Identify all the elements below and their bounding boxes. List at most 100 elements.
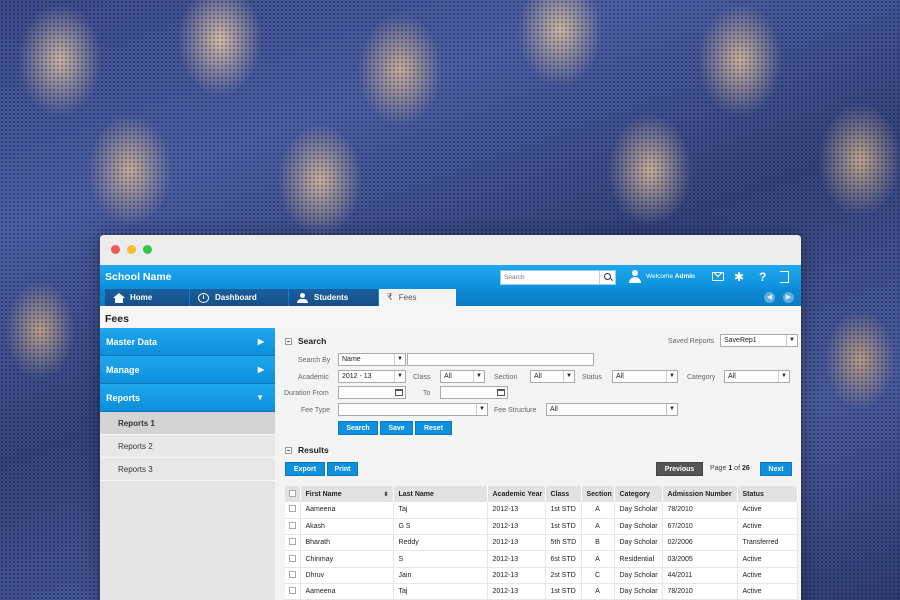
- search-icon[interactable]: [599, 271, 615, 284]
- fee-type-select[interactable]: ▼: [338, 403, 488, 416]
- collapse-icon[interactable]: [285, 446, 292, 454]
- minimize-window-button[interactable]: [127, 245, 136, 254]
- fee-structure-value: All: [550, 406, 558, 413]
- checkbox[interactable]: [288, 505, 296, 513]
- user-icon: [629, 270, 641, 284]
- row-checkbox-cell[interactable]: [285, 567, 301, 584]
- search-input[interactable]: [501, 271, 599, 284]
- column-header[interactable]: Academic Year: [487, 486, 546, 502]
- table-row[interactable]: Chinmay S 2012-13 6st STD A Residential 03/200…: [285, 550, 798, 568]
- help-icon[interactable]: ?: [759, 269, 766, 285]
- sidebar-item-master-data[interactable]: Master Data ▶: [100, 328, 275, 356]
- duration-from-field[interactable]: [338, 386, 406, 399]
- row-checkbox-cell[interactable]: [285, 583, 301, 600]
- column-header[interactable]: First Name ⬍: [300, 486, 394, 502]
- column-header[interactable]: Last Name: [393, 486, 488, 502]
- select-all-checkbox-cell[interactable]: [285, 486, 301, 502]
- tab-dashboard[interactable]: Dashboard: [190, 289, 288, 306]
- results-section-header[interactable]: Results: [285, 445, 329, 455]
- calendar-icon[interactable]: [395, 389, 403, 396]
- collapse-icon[interactable]: [285, 337, 292, 345]
- mail-icon[interactable]: [712, 272, 724, 281]
- academic-select[interactable]: 2012 - 13 ▼: [338, 370, 406, 383]
- calendar-icon[interactable]: [497, 389, 505, 396]
- table-cell: 2012-13: [487, 567, 546, 584]
- status-select[interactable]: All ▼: [612, 370, 678, 383]
- saved-reports-value: SaveRep1: [724, 337, 757, 344]
- table-row[interactable]: Aameena Taj 2012-13 1st STD A Day Scholar 78/2…: [285, 502, 798, 519]
- chevron-down-icon: ▼: [394, 371, 405, 382]
- tab-home[interactable]: Home: [105, 289, 189, 306]
- checkbox[interactable]: [288, 554, 296, 562]
- sidebar-subitem-reports-3[interactable]: Reports 3: [100, 458, 275, 481]
- table-cell: 6st STD: [545, 550, 582, 568]
- sidebar-subitem-reports-1[interactable]: Reports 1: [100, 412, 275, 435]
- table-cell: 44/2011: [662, 567, 738, 584]
- tab-label: Home: [130, 293, 153, 302]
- sidebar-item-reports[interactable]: Reports ▼: [100, 384, 275, 412]
- print-button[interactable]: Print: [327, 462, 358, 476]
- column-header[interactable]: Class: [545, 486, 582, 502]
- table-row[interactable]: Aameena Taj 2012-13 1st STD A Day Scholar 78/2…: [285, 583, 798, 600]
- table-cell: Day Scholar: [614, 502, 663, 519]
- row-checkbox-cell[interactable]: [285, 550, 301, 568]
- close-window-button[interactable]: [111, 245, 120, 254]
- chevron-right-icon: ▶: [257, 337, 264, 346]
- column-header[interactable]: Admission Number: [662, 486, 738, 502]
- main-content: Search Saved Reports SaveRep1 ▼ Search B…: [280, 328, 798, 600]
- search-by-select[interactable]: Name ▼: [338, 353, 406, 366]
- table-row[interactable]: Akash G S 2012-13 1st STD A Day Scholar 67/201…: [285, 518, 798, 536]
- checkbox[interactable]: [288, 570, 296, 578]
- sort-icon[interactable]: ⬍: [383, 491, 388, 498]
- gear-icon[interactable]: ✱: [734, 269, 744, 285]
- previous-button[interactable]: Previous: [656, 462, 703, 476]
- status-label: Status: [582, 374, 602, 381]
- chevron-right-icon: ▶: [257, 365, 264, 374]
- app-title: School Name: [105, 271, 172, 283]
- table-cell: 1st STD: [545, 518, 582, 536]
- row-checkbox-cell[interactable]: [285, 534, 301, 552]
- table-row[interactable]: Bharath Reddy 2012-13 5th STD B Day Scholar 02…: [285, 534, 798, 552]
- search-section-header[interactable]: Search: [285, 336, 326, 346]
- export-button[interactable]: Export: [285, 462, 325, 476]
- search-button[interactable]: Search: [338, 421, 378, 435]
- section-select[interactable]: All ▼: [530, 370, 575, 383]
- maximize-window-button[interactable]: [143, 245, 152, 254]
- table-cell: Day Scholar: [614, 567, 663, 584]
- checkbox[interactable]: [288, 587, 296, 595]
- column-header[interactable]: Section: [581, 486, 615, 502]
- table-cell: 78/2010: [662, 583, 738, 600]
- checkbox[interactable]: [288, 489, 296, 497]
- search-text-field[interactable]: [407, 353, 594, 366]
- class-select[interactable]: All ▼: [440, 370, 485, 383]
- column-header[interactable]: Status: [737, 486, 798, 502]
- logout-icon[interactable]: [780, 271, 789, 283]
- checkbox[interactable]: [288, 538, 296, 546]
- row-checkbox-cell[interactable]: [285, 518, 301, 536]
- chevron-down-icon: ▼: [786, 335, 797, 346]
- table-cell: Jain: [393, 567, 488, 584]
- table-cell: Chinmay: [300, 550, 394, 568]
- duration-to-field[interactable]: [440, 386, 508, 399]
- save-button[interactable]: Save: [380, 421, 413, 435]
- table-cell: 5th STD: [545, 534, 582, 552]
- tab-scroll-right-button[interactable]: ▶: [783, 292, 794, 303]
- row-checkbox-cell[interactable]: [285, 502, 301, 519]
- column-header[interactable]: Category: [614, 486, 663, 502]
- tab-fees[interactable]: ₹ Fees: [379, 289, 456, 306]
- welcome-user[interactable]: Admin: [675, 273, 695, 280]
- reset-button[interactable]: Reset: [415, 421, 452, 435]
- category-label: Category: [687, 374, 716, 381]
- sidebar-item-manage[interactable]: Manage ▶: [100, 356, 275, 384]
- checkbox[interactable]: [288, 521, 296, 529]
- column-header-label: First Name: [305, 490, 342, 498]
- tab-scroll-left-button[interactable]: ◀: [764, 292, 775, 303]
- fee-structure-select[interactable]: All ▼: [546, 403, 678, 416]
- saved-reports-select[interactable]: SaveRep1 ▼: [720, 334, 798, 347]
- tab-students[interactable]: Students: [289, 289, 378, 306]
- category-select[interactable]: All ▼: [724, 370, 790, 383]
- table-row[interactable]: Dhruv Jain 2012-13 2st STD C Day Scholar 44/20…: [285, 567, 798, 584]
- next-button[interactable]: Next: [760, 462, 792, 476]
- chevron-down-icon: ▼: [256, 393, 264, 402]
- sidebar-subitem-reports-2[interactable]: Reports 2: [100, 435, 275, 458]
